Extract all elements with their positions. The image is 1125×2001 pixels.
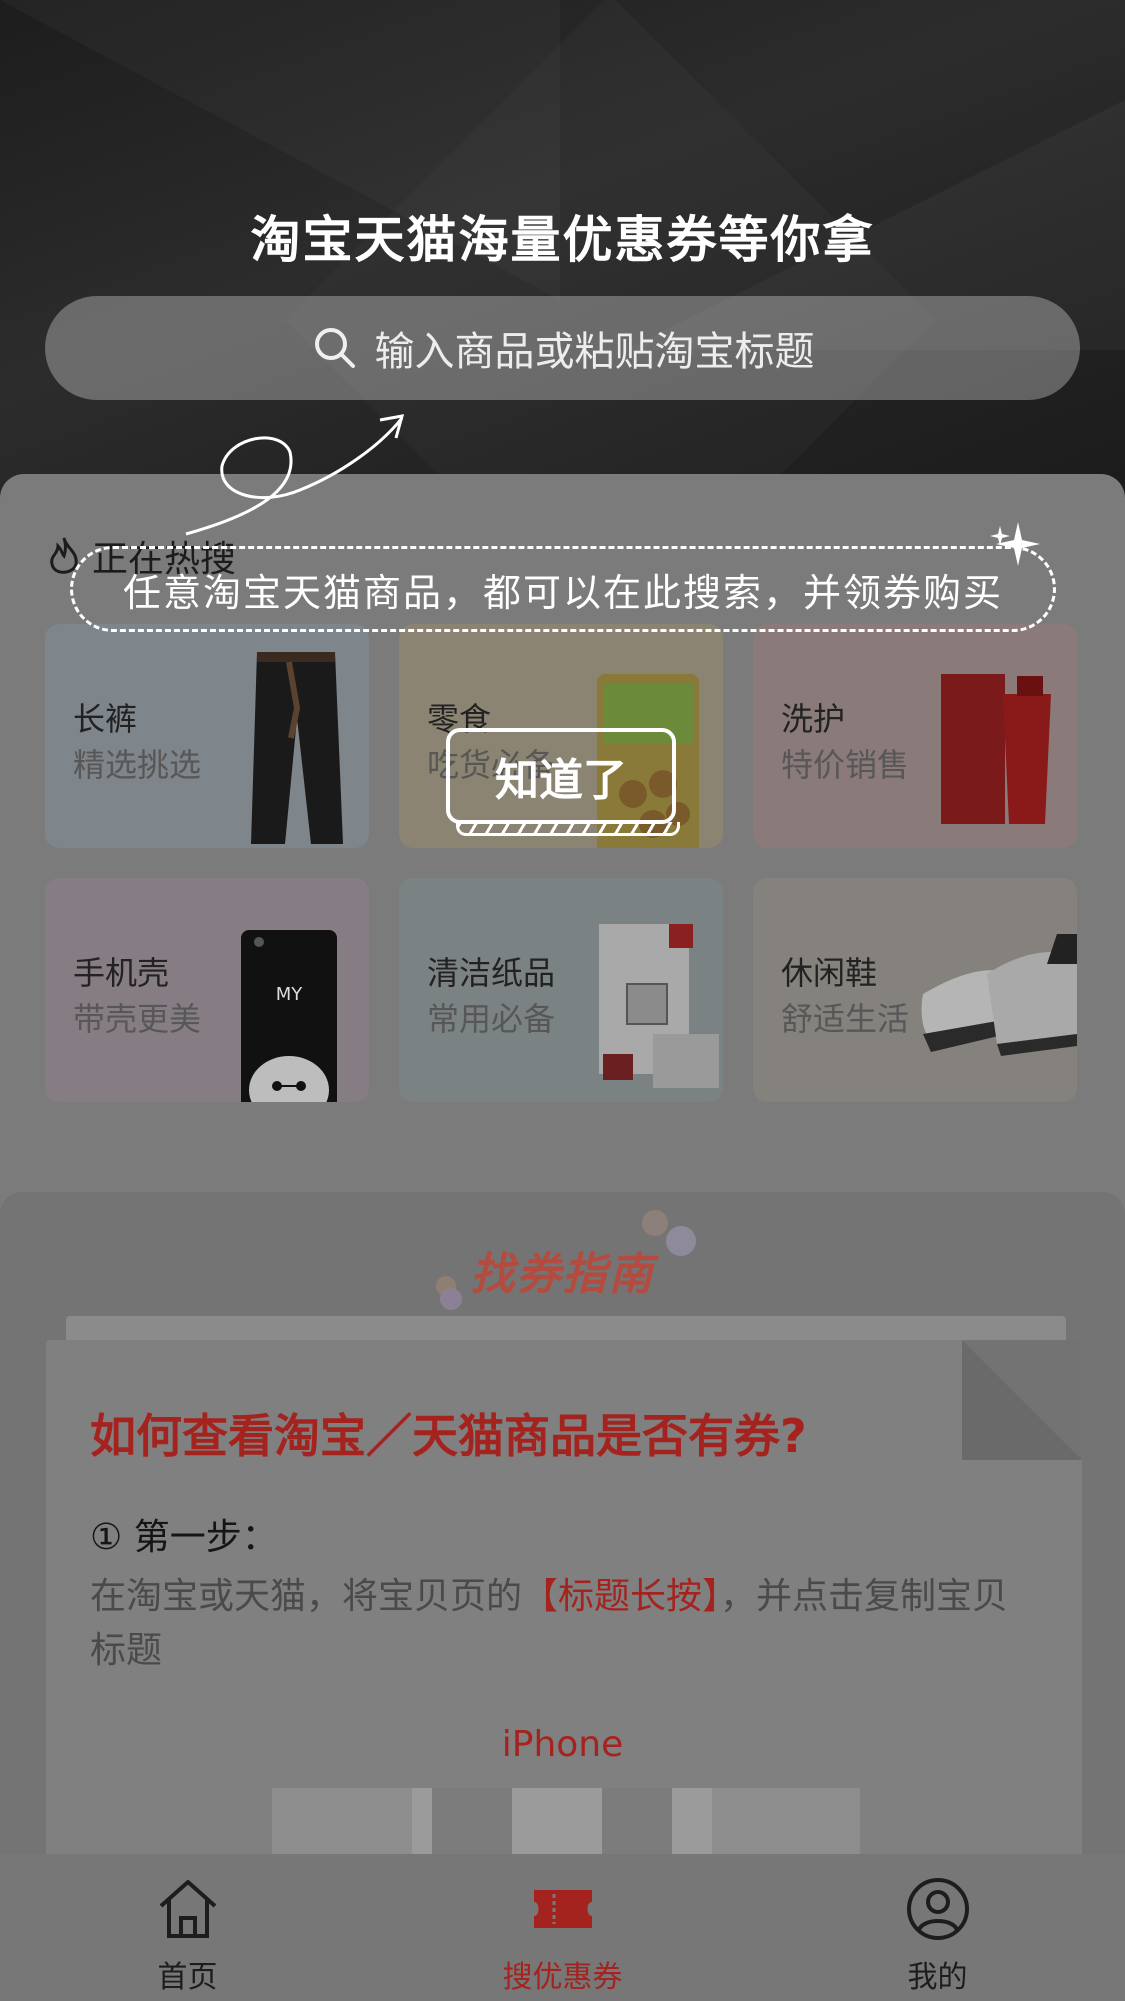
- phone-case-image: MY: [241, 930, 337, 1102]
- jeans-image: [251, 652, 343, 844]
- tab-label: 我的: [907, 1960, 968, 1995]
- user-icon: [906, 1878, 969, 1940]
- search-placeholder: 输入商品或粘贴淘宝标题: [374, 329, 815, 375]
- button-shadow: [456, 822, 680, 836]
- page-title: 淘宝天猫海量优惠券等你拿: [250, 211, 875, 269]
- phone-screenshot-image: [272, 1788, 860, 1858]
- tile-subtitle: 带壳更美: [73, 1000, 202, 1038]
- guide-step: ① 第一步：: [90, 1517, 278, 1558]
- tile-name: 休闲鞋: [781, 954, 878, 992]
- tab-label: 首页: [157, 1960, 218, 1995]
- ticket-icon: [533, 1890, 592, 1928]
- search-icon: [314, 328, 355, 368]
- search-input[interactable]: 输入商品或粘贴淘宝标题: [45, 296, 1080, 400]
- got-it-label: 知道了: [495, 755, 627, 806]
- image-part: [432, 1788, 512, 1858]
- paper-fold: [962, 1340, 1082, 1460]
- tile-name: 清洁纸品: [427, 954, 556, 992]
- tab-home[interactable]: 首页: [0, 1854, 375, 2001]
- tile-subtitle: 常用必备: [427, 1000, 556, 1038]
- category-tile-care[interactable]: 洗护 特价销售: [753, 624, 1077, 848]
- guide-question: 如何查看淘宝／天猫商品是否有券?: [90, 1409, 807, 1463]
- hint-text: 任意淘宝天猫商品，都可以在此搜索，并领券购买: [122, 570, 1003, 615]
- tile-name: 洗护: [781, 700, 846, 738]
- tab-mine[interactable]: 我的: [750, 1854, 1125, 2001]
- skincare-image: [941, 674, 1051, 824]
- home-icon: [159, 1880, 216, 1938]
- tab-label: 搜优惠券: [502, 1960, 623, 1995]
- bottom-tab-bar: 首页 搜优惠券 我的: [0, 1854, 1125, 2001]
- tile-name: 手机壳: [73, 954, 170, 992]
- onboarding-hint: 任意淘宝天猫商品，都可以在此搜索，并领券购买: [70, 546, 1056, 632]
- phone-label: iPhone: [501, 1724, 624, 1765]
- guide-title: 找券指南: [470, 1249, 655, 1300]
- image-part: [602, 1788, 672, 1858]
- guide-description: 在淘宝或天猫，将宝贝页的【标题长按】，并点击复制宝贝标题: [90, 1570, 1030, 1678]
- tile-subtitle: 特价销售: [781, 746, 910, 784]
- decor-bubble: [642, 1210, 668, 1236]
- tile-subtitle: 舒适生活: [781, 1000, 910, 1038]
- shoes-image: [921, 934, 1077, 1056]
- tile-name: 长裤: [73, 700, 138, 738]
- got-it-button[interactable]: 知道了: [446, 728, 680, 836]
- tab-coupon-search[interactable]: 搜优惠券: [375, 1854, 750, 2001]
- tile-subtitle: 精选挑选: [73, 746, 202, 784]
- svg-text:MY: MY: [276, 984, 304, 1005]
- desc-highlight: 【标题长按】: [522, 1576, 721, 1617]
- tissue-image: [599, 924, 719, 1088]
- desc-part: 在淘宝或天猫，将宝贝页的: [90, 1576, 523, 1617]
- category-tile-shoes[interactable]: 休闲鞋 舒适生活: [753, 878, 1077, 1102]
- category-tile-phonecase[interactable]: 手机壳 带壳更美 MY: [45, 878, 369, 1102]
- category-tile-tissue[interactable]: 清洁纸品 常用必备: [399, 878, 723, 1102]
- category-tile-pants[interactable]: 长裤 精选挑选: [45, 624, 369, 848]
